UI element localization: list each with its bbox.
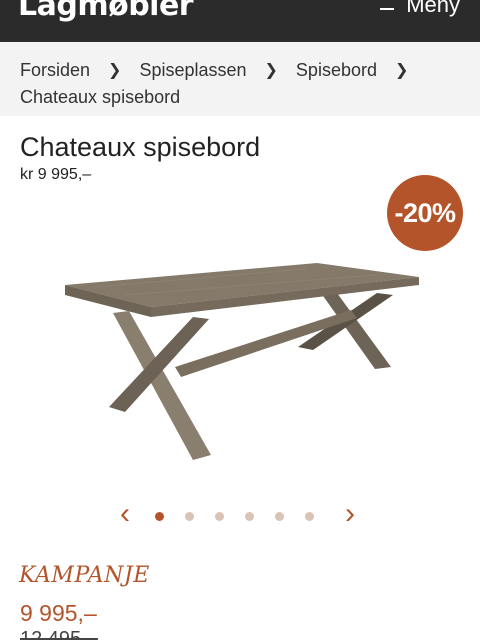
carousel-dot[interactable] bbox=[305, 512, 314, 521]
breadcrumb-item-current: Chateaux spisebord bbox=[20, 87, 181, 107]
carousel-dot[interactable] bbox=[185, 512, 194, 521]
breadcrumb-item-dining[interactable]: Spiseplassen bbox=[139, 57, 246, 84]
discount-badge: -20% bbox=[387, 175, 463, 251]
breadcrumb-item-tables[interactable]: Spisebord bbox=[296, 57, 377, 84]
chevron-right-icon[interactable]: › bbox=[339, 499, 361, 530]
image-carousel-controls: ‹ › bbox=[110, 499, 365, 532]
chevron-left-icon[interactable]: ‹ bbox=[114, 499, 136, 530]
menu-label: Meny bbox=[406, 0, 460, 17]
original-price: 12 495,– bbox=[20, 628, 98, 640]
product-price: kr 9 995,– bbox=[20, 166, 92, 183]
chevron-right-icon: ❯ bbox=[264, 62, 278, 79]
menu-button[interactable]: Meny bbox=[380, 0, 460, 18]
sale-price: 9 995,– bbox=[20, 600, 97, 626]
site-logo[interactable]: Lagmøbler bbox=[18, 0, 194, 23]
carousel-dot[interactable] bbox=[275, 512, 284, 521]
table-leg-front-a bbox=[113, 311, 211, 460]
breadcrumb: Forsiden ❯ Spiseplassen ❯ Spisebord ❯ Ch… bbox=[0, 42, 480, 116]
carousel-dot[interactable] bbox=[245, 512, 254, 521]
top-header: Lagmøbler Meny bbox=[0, 0, 480, 42]
chevron-right-icon: ❯ bbox=[108, 62, 122, 79]
carousel-dots bbox=[155, 512, 314, 521]
hamburger-icon bbox=[380, 0, 395, 12]
carousel-dot[interactable] bbox=[155, 512, 164, 521]
campaign-label: KAMPANJE bbox=[19, 563, 150, 588]
chevron-right-icon: ❯ bbox=[394, 62, 409, 79]
breadcrumb-item-home[interactable]: Forsiden bbox=[20, 57, 90, 84]
carousel-dot[interactable] bbox=[215, 512, 224, 521]
product-title: Chateaux spisebord bbox=[20, 132, 261, 162]
product-image[interactable] bbox=[55, 255, 425, 470]
